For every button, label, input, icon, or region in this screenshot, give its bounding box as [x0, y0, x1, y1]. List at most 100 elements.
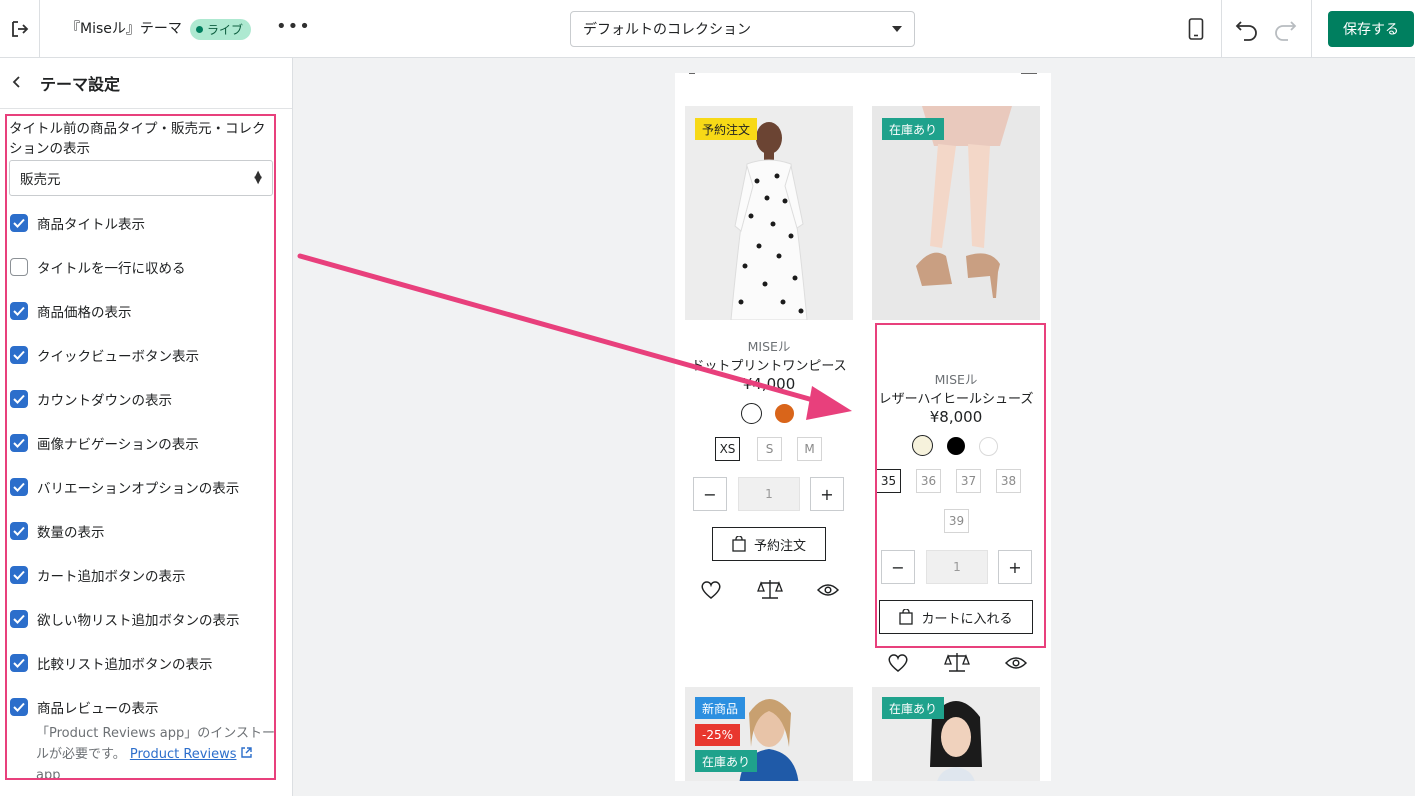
review-help-suffix: app [36, 768, 61, 780]
in-stock-badge: 在庫あり [882, 697, 945, 719]
in-stock-badge: 在庫あり [882, 118, 945, 140]
preorder-button[interactable]: 予約注文 [712, 527, 826, 561]
product-reviews-link[interactable]: Product Reviews [130, 747, 237, 762]
size-option-s[interactable]: S [757, 437, 782, 461]
product-image-4[interactable]: 在庫あり [872, 687, 1040, 781]
mobile-icon [1188, 18, 1203, 40]
back-chevron-icon[interactable] [10, 73, 32, 94]
checkbox-label: バリエーションオプションの表示 [37, 481, 240, 497]
mobile-preview-button[interactable] [1170, 0, 1222, 58]
select-arrows-icon: ▲ ▼ [254, 169, 262, 186]
quick-view-eye-icon[interactable] [817, 583, 839, 597]
checkbox-label: 商品レビューの表示 [37, 701, 159, 717]
setting-checkbox-row[interactable]: タイトルを一行に収める [10, 257, 186, 277]
exit-button[interactable] [0, 0, 40, 58]
product-image-2[interactable]: 在庫あり [872, 106, 1040, 320]
type-display-select[interactable]: 販売元 ▲ ▼ [9, 160, 273, 196]
check-icon [13, 702, 25, 712]
compare-scale-icon[interactable] [944, 651, 970, 673]
product-card-highlight [875, 323, 1046, 648]
setting-checkbox-row[interactable]: クイックビューボタン表示 [10, 345, 199, 365]
product-reviews-link-label: Product Reviews [129, 747, 237, 762]
product-image-1[interactable]: 予約注文 [685, 106, 853, 320]
checkbox-label: 商品タイトル表示 [37, 217, 145, 233]
check-icon [13, 570, 25, 580]
checkbox-label: 商品価格の表示 [37, 305, 132, 321]
new-product-badge: 新商品 [695, 697, 746, 719]
heart-icon[interactable] [887, 653, 909, 673]
product-card-settings-highlight: タイトル前の商品タイプ・販売元・コレクションの表示 販売元 ▲ ▼ 商品タイトル表… [5, 114, 276, 780]
size-option-xs[interactable]: XS [715, 437, 740, 461]
shopping-bag-icon [732, 536, 746, 552]
setting-checkbox-row[interactable]: 商品価格の表示 [10, 301, 132, 321]
checkbox-checked[interactable] [10, 654, 28, 672]
redo-icon[interactable] [1272, 16, 1298, 42]
product-image-3[interactable]: 新商品 -25% 在庫あり [685, 687, 853, 781]
check-icon [13, 438, 25, 448]
setting-checkbox-row[interactable]: 欲しい物リスト追加ボタンの表示 [10, 609, 240, 629]
compare-scale-icon[interactable] [757, 578, 783, 600]
checkbox-label: 比較リスト追加ボタンの表示 [37, 657, 213, 673]
top-bar: 『Miseル』テーマ ライブ ••• デフォルトのコレクション 保存する [0, 0, 1415, 58]
check-icon [13, 350, 25, 360]
live-badge-label: ライブ [207, 23, 244, 37]
setting-checkbox-row[interactable]: 商品タイトル表示 [10, 213, 145, 233]
checkbox-checked[interactable] [10, 390, 28, 408]
preorder-button-label: 予約注文 [753, 538, 806, 554]
theme-name: 『Miseル』テーマ [66, 21, 182, 37]
setting-checkbox-row[interactable]: バリエーションオプションの表示 [10, 477, 239, 497]
setting-checkbox-row[interactable]: 比較リスト追加ボタンの表示 [10, 653, 213, 673]
settings-sidebar: テーマ設定 タイトル前の商品タイプ・販売元・コレクションの表示 販売元 ▲ ▼ 商… [0, 58, 293, 796]
checkbox-label: クイックビューボタン表示 [37, 349, 199, 365]
save-button[interactable]: 保存する [1328, 11, 1414, 47]
qty-increase-button-1[interactable]: + [810, 477, 844, 511]
checkbox-label: カート追加ボタンの表示 [37, 569, 186, 585]
checkbox-checked[interactable] [10, 566, 28, 584]
checkbox-checked[interactable] [10, 346, 28, 364]
undo-icon[interactable] [1234, 16, 1260, 42]
external-link-icon [240, 747, 252, 758]
setting-checkbox-row[interactable]: 画像ナビゲーションの表示 [10, 433, 199, 453]
setting-checkbox-row[interactable]: カート追加ボタンの表示 [10, 565, 186, 585]
setting-checkbox-row[interactable]: カウントダウンの表示 [10, 389, 172, 409]
type-display-value: 販売元 [20, 172, 61, 188]
color-swatch-white[interactable] [741, 403, 762, 424]
checkbox-checked[interactable] [10, 698, 28, 716]
checkbox-checked[interactable] [10, 610, 28, 628]
preorder-badge: 予約注文 [695, 118, 758, 140]
check-icon [13, 394, 25, 404]
checkbox-checked[interactable] [10, 214, 28, 232]
check-icon [13, 614, 25, 624]
checkbox-checked[interactable] [10, 434, 28, 452]
product-name-1[interactable]: ドットプリントワンピース [685, 355, 853, 374]
qty-input-1[interactable]: 1 [738, 477, 800, 511]
check-icon [13, 306, 25, 316]
checkbox-checked[interactable] [10, 522, 28, 540]
product-brand-1: MISEル [747, 339, 791, 354]
review-help-text: 「Product Reviews app」のインストールが必要です。 Produ… [36, 723, 274, 780]
checkbox-label: 画像ナビゲーションの表示 [37, 437, 199, 453]
product-price-1: ¥4,000 [742, 375, 796, 393]
checkbox-unchecked[interactable] [10, 258, 28, 276]
checkbox-label: 欲しい物リスト追加ボタンの表示 [37, 613, 240, 629]
setting-checkbox-row[interactable]: 数量の表示 [10, 521, 105, 541]
size-option-m[interactable]: M [797, 437, 822, 461]
check-icon [13, 526, 25, 536]
exit-icon [11, 21, 28, 37]
more-actions-button[interactable]: ••• [276, 16, 311, 37]
live-dot-icon [196, 26, 203, 33]
color-swatch-orange[interactable] [775, 404, 794, 423]
checkbox-label: タイトルを一行に収める [37, 261, 186, 277]
check-icon [13, 482, 25, 492]
setting-checkbox-row[interactable]: 商品レビューの表示 [10, 697, 159, 717]
qty-decrease-button-1[interactable]: − [693, 477, 727, 511]
collection-select[interactable]: デフォルトのコレクション [570, 11, 915, 47]
sidebar-header: テーマ設定 [0, 58, 292, 109]
live-badge: ライブ [190, 19, 252, 40]
checkbox-checked[interactable] [10, 302, 28, 320]
heart-icon[interactable] [700, 580, 722, 600]
checkbox-checked[interactable] [10, 478, 28, 496]
checkbox-label: 数量の表示 [37, 525, 105, 541]
quick-view-eye-icon[interactable] [1005, 656, 1027, 670]
check-icon [13, 658, 25, 668]
